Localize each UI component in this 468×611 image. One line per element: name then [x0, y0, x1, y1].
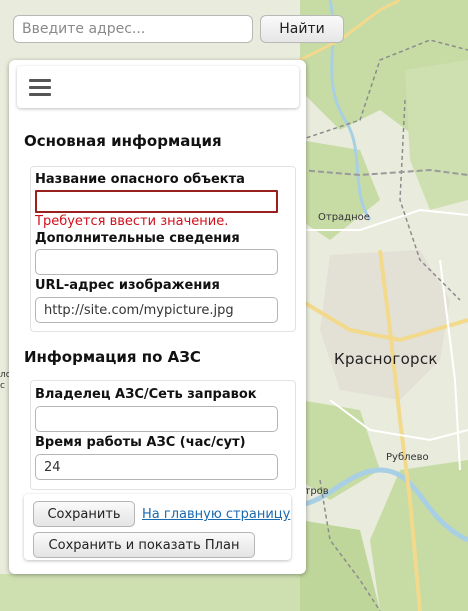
azs-owner-label: Владелец АЗС/Сеть заправок — [35, 387, 257, 402]
work-hours-label: Время работы АЗС (час/сут) — [35, 435, 246, 450]
map-label-rublevo: Рублево — [386, 452, 429, 463]
forest-area — [300, 140, 380, 240]
object-name-error-message: Требуется ввести значение. — [35, 214, 229, 229]
minor-road — [439, 259, 461, 471]
map-label-otradnoe: Отрадное — [318, 212, 370, 223]
find-button[interactable]: Найти — [260, 15, 344, 43]
additional-info-label: Дополнительные сведения — [35, 231, 240, 246]
save-button[interactable]: Сохранить — [33, 501, 135, 527]
forest-area — [300, 520, 380, 611]
form-footer: Сохранить На главную страницу Сохранить … — [24, 494, 291, 560]
object-name-label: Название опасного объекта — [35, 172, 245, 187]
forest-area — [0, 574, 310, 611]
image-url-label: URL-адрес изображения — [35, 278, 220, 293]
object-form-panel: Основная информация Название опасного об… — [9, 60, 306, 574]
save-and-show-plan-button[interactable]: Сохранить и показать План — [33, 532, 255, 558]
section-title-main-info: Основная информация — [24, 132, 222, 150]
image-url-input[interactable] — [35, 297, 278, 323]
azs-owner-input[interactable] — [35, 406, 278, 432]
panel-toolbar — [17, 66, 299, 108]
map-label-partial: с — [0, 381, 5, 391]
work-hours-input[interactable] — [35, 454, 278, 480]
section-title-azs-info: Информация по АЗС — [24, 348, 201, 366]
additional-info-input[interactable] — [35, 249, 278, 275]
home-page-link[interactable]: На главную страницу — [142, 507, 290, 522]
map-label-krasnogorsk: Красногорск — [334, 350, 438, 368]
object-name-input[interactable] — [35, 190, 278, 213]
address-search-input[interactable] — [13, 15, 253, 43]
hamburger-menu-icon[interactable] — [29, 79, 53, 96]
forest-area — [405, 60, 468, 210]
